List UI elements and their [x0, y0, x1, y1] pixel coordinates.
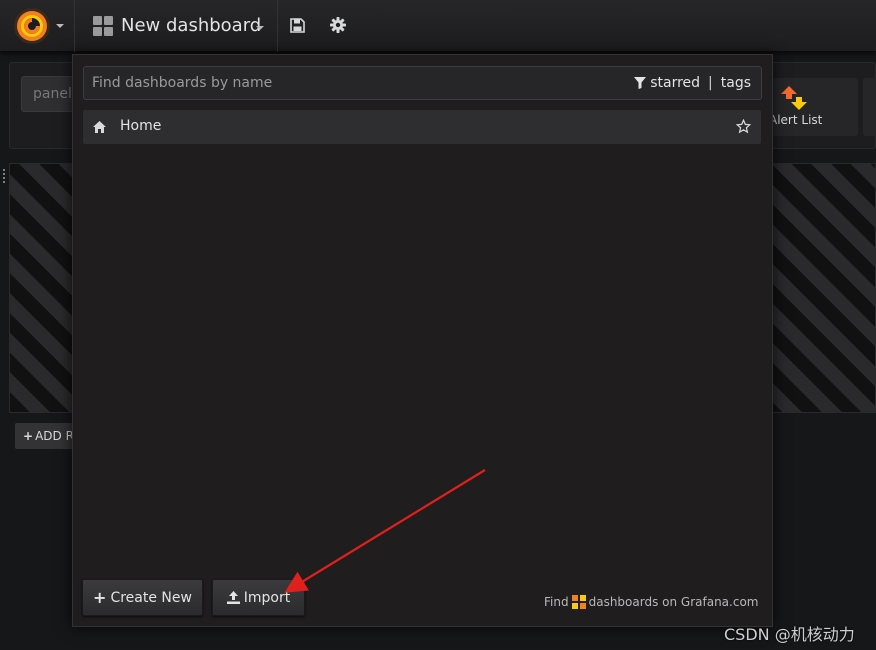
upload-icon	[226, 591, 240, 604]
plus-icon: +	[23, 429, 34, 443]
watermark-text: CSDN @机核动力	[724, 625, 855, 644]
create-new-label: Create New	[110, 589, 192, 606]
grafana-dashboards-icon	[571, 595, 586, 609]
chevron-down-icon	[256, 26, 264, 30]
search-result-label: Home	[120, 118, 162, 134]
alert-list-label: Alert List	[769, 113, 823, 127]
plus-icon: +	[93, 588, 107, 607]
create-new-button[interactable]: + Create New	[82, 579, 203, 616]
chevron-down-icon	[56, 24, 64, 28]
grafana-logo-icon	[14, 8, 50, 44]
home-icon	[93, 121, 106, 133]
drag-handle-icon[interactable]	[2, 168, 6, 184]
filter-icon	[634, 77, 647, 89]
top-navbar: New dashboard	[0, 0, 876, 52]
filter-separator: |	[708, 75, 713, 91]
search-result-row[interactable]: Home	[83, 110, 761, 144]
find-suffix: dashboards on Grafana.com	[588, 595, 759, 609]
alert-list-panel-tile[interactable]	[763, 78, 858, 136]
import-button[interactable]: Import	[212, 579, 305, 616]
filter-tags-link[interactable]: tags	[721, 75, 751, 91]
save-icon[interactable]	[290, 18, 305, 33]
gear-icon[interactable]	[330, 17, 346, 33]
dashboard-search-box: starred | tags	[83, 66, 762, 100]
grafana-com-link[interactable]: Find dashboards on Grafana.com	[544, 595, 758, 609]
find-prefix: Find	[544, 595, 569, 609]
dashboard-search-input[interactable]	[84, 67, 624, 99]
add-row-label: ADD R	[35, 429, 74, 443]
search-filters: starred | tags	[634, 75, 751, 91]
filter-starred-link[interactable]: starred	[650, 75, 700, 91]
grafana-menu-button[interactable]	[0, 0, 75, 52]
alert-list-icon	[781, 86, 807, 110]
panel-tile[interactable]	[863, 78, 876, 136]
dashboard-title: New dashboard	[121, 15, 262, 36]
import-label: Import	[243, 589, 291, 606]
add-row-button[interactable]: + ADD R	[15, 423, 75, 449]
dashboard-grid-icon	[93, 16, 113, 36]
star-icon[interactable]	[736, 119, 751, 134]
dashboard-picker-button[interactable]: New dashboard	[76, 0, 278, 52]
